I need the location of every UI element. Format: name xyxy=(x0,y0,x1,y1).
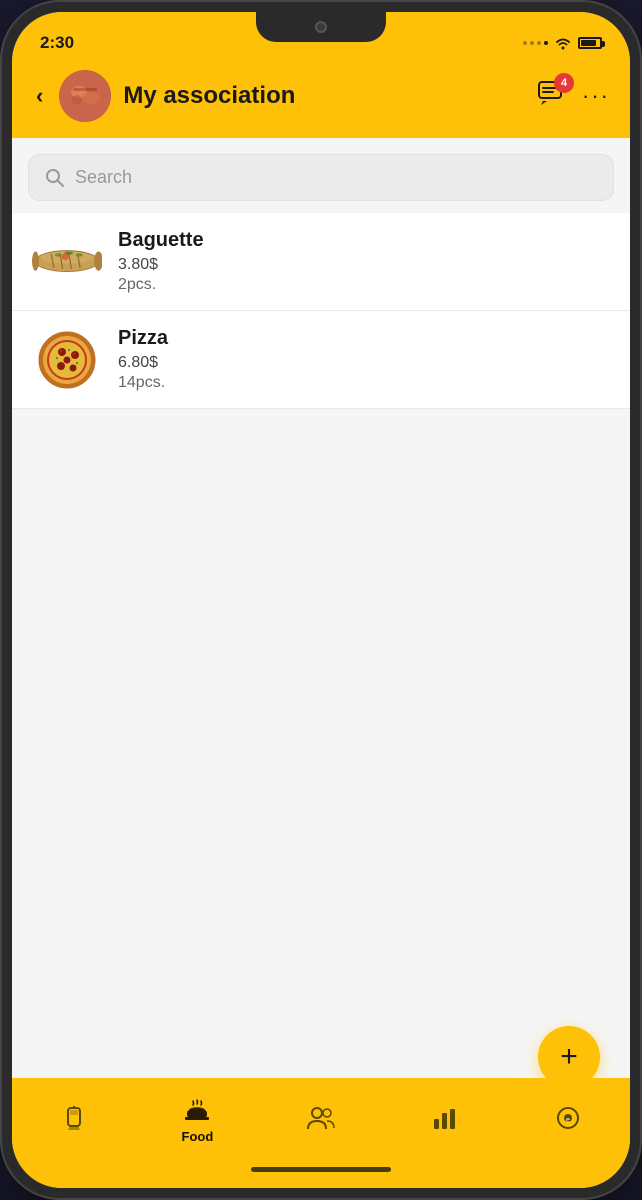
nav-item-stats[interactable] xyxy=(415,1105,475,1135)
front-camera xyxy=(315,21,327,33)
food-label: Food xyxy=(182,1129,214,1144)
stats-icon xyxy=(432,1105,458,1131)
notification-badge: 4 xyxy=(554,73,574,93)
app-header: ‹ My association xyxy=(12,60,630,138)
product-item-baguette[interactable]: Baguette 3.80$ 2pcs. xyxy=(12,213,630,311)
wifi-icon xyxy=(554,36,572,50)
baguette-name: Baguette xyxy=(118,229,610,252)
home-indicator xyxy=(12,1160,630,1188)
pizza-price: 6.80$ xyxy=(118,354,610,372)
settings-icon: e xyxy=(555,1105,581,1131)
add-fab-button[interactable]: + xyxy=(538,1026,600,1088)
signal-icon xyxy=(523,41,548,45)
baguette-qty: 2pcs. xyxy=(118,276,610,294)
baguette-info: Baguette 3.80$ 2pcs. xyxy=(118,229,610,294)
status-icons xyxy=(523,36,602,50)
notification-wrapper[interactable]: 4 xyxy=(538,81,566,112)
nav-item-settings[interactable]: e xyxy=(538,1105,598,1135)
status-time: 2:30 xyxy=(40,33,74,53)
pizza-info: Pizza 6.80$ 14pcs. xyxy=(118,327,610,392)
back-button[interactable]: ‹ xyxy=(32,79,47,113)
nav-item-people[interactable] xyxy=(291,1105,351,1135)
product-item-pizza[interactable]: Pizza 6.80$ 14pcs. xyxy=(12,311,630,409)
nav-item-food[interactable]: Food xyxy=(167,1097,227,1144)
food-icon xyxy=(183,1097,211,1125)
drinks-icon xyxy=(61,1104,87,1132)
product-list: Baguette 3.80$ 2pcs. xyxy=(12,213,630,409)
avatar[interactable] xyxy=(59,70,111,122)
phone-screen: 2:30 xyxy=(12,12,630,1188)
header-title: My association xyxy=(123,82,526,110)
header-actions: 4 ··· xyxy=(538,81,610,112)
pizza-name: Pizza xyxy=(118,327,610,350)
nav-item-drinks[interactable] xyxy=(44,1104,104,1136)
battery-icon xyxy=(578,37,602,49)
baguette-price: 3.80$ xyxy=(118,256,610,274)
search-icon xyxy=(45,168,65,188)
search-bar[interactable]: Search xyxy=(28,154,614,201)
people-icon xyxy=(306,1105,336,1131)
notch xyxy=(256,12,386,42)
more-options-icon[interactable]: ··· xyxy=(582,83,610,109)
search-container: Search xyxy=(12,138,630,213)
product-image-pizza xyxy=(32,332,102,387)
phone-frame: 2:30 xyxy=(0,0,642,1200)
bottom-navigation: Food xyxy=(12,1078,630,1160)
svg-text:e: e xyxy=(566,1117,570,1124)
pizza-qty: 14pcs. xyxy=(118,374,610,392)
product-image-baguette xyxy=(32,234,102,289)
home-bar xyxy=(251,1167,391,1172)
empty-space xyxy=(12,409,630,1078)
search-placeholder[interactable]: Search xyxy=(75,167,132,188)
main-content: Search xyxy=(12,138,630,1078)
